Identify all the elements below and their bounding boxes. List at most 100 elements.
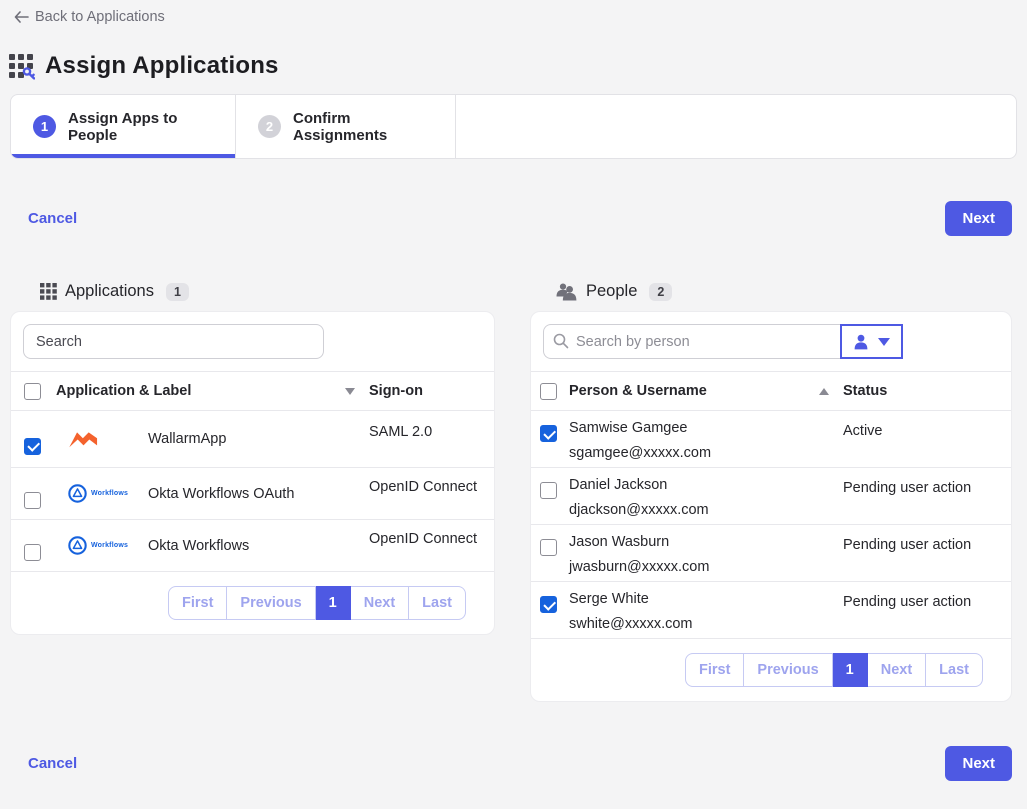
person-row-checkbox[interactable] (540, 482, 557, 499)
pagination-page-1-button[interactable]: 1 (833, 653, 868, 687)
application-row: Workflows Okta Workflows OpenID Connect (11, 520, 494, 572)
applications-search-input[interactable] (23, 324, 324, 359)
row-checkbox-cell (531, 468, 569, 524)
person-icon (853, 334, 869, 350)
people-icon (556, 283, 578, 301)
app-signon: OpenID Connect (369, 468, 494, 495)
sort-desc-icon (345, 388, 355, 395)
workflows-logo-label: Workflows (91, 542, 128, 549)
row-checkbox-cell (11, 530, 56, 561)
pagination-next-button[interactable]: Next (351, 586, 409, 620)
application-label-header: Application & Label (56, 383, 191, 399)
person-name: Jason Wasburn (569, 534, 843, 550)
people-heading-label: People (586, 282, 637, 301)
person-name: Samwise Gamgee (569, 420, 843, 436)
status-header: Status (843, 383, 1011, 399)
person-status: Active (843, 411, 1011, 467)
person-username-header-cell[interactable]: Person & Username (569, 383, 843, 399)
app-signon: OpenID Connect (369, 520, 494, 547)
row-checkbox-cell (11, 424, 56, 455)
logo-cell: Workflows (56, 536, 148, 555)
person-cell: Jason Wasburn jwasburn@xxxxx.com (569, 525, 843, 581)
person-row-checkbox[interactable] (540, 539, 557, 556)
cancel-link-top[interactable]: Cancel (28, 210, 77, 227)
person-row: Daniel Jackson djackson@xxxxx.com Pendin… (531, 468, 1011, 525)
app-row-checkbox[interactable] (24, 492, 41, 509)
people-pagination: First Previous 1 Next Last (685, 653, 983, 687)
person-status: Pending user action (843, 525, 1011, 581)
select-all-apps-checkbox[interactable] (24, 383, 41, 400)
tab-assign-apps-to-people[interactable]: 1 Assign Apps to People (11, 95, 236, 158)
app-name: WallarmApp (148, 431, 226, 447)
applications-pagination-row: First Previous 1 Next Last (11, 572, 494, 634)
pagination-first-button[interactable]: First (168, 586, 227, 620)
okta-workflows-logo (68, 484, 87, 503)
row-checkbox-cell (531, 411, 569, 467)
person-cell: Serge White swhite@xxxxx.com (569, 582, 843, 638)
row-checkbox-cell (531, 582, 569, 638)
tab-confirm-assignments[interactable]: 2 Confirm Assignments (236, 95, 456, 158)
bottom-actions-row: Cancel Next (28, 746, 1012, 781)
app-row-checkbox[interactable] (24, 544, 41, 561)
page-title: Assign Applications (45, 52, 279, 80)
sort-asc-icon (819, 388, 829, 395)
panels-container: Applications 1 Application & Label Sign-… (10, 282, 1012, 702)
back-link-label: Back to Applications (35, 9, 165, 25)
tabbar-filler (456, 95, 1016, 158)
people-search-row (531, 312, 1011, 372)
person-name: Serge White (569, 591, 843, 607)
app-name: Okta Workflows (148, 538, 249, 554)
page-title-row: Assign Applications (8, 52, 1027, 80)
people-search-group (543, 324, 903, 359)
app-name-cell: Workflows Okta Workflows OAuth (56, 484, 369, 503)
pagination-previous-button[interactable]: Previous (744, 653, 832, 687)
next-button-top[interactable]: Next (945, 201, 1012, 236)
person-row: Serge White swhite@xxxxx.com Pending use… (531, 582, 1011, 639)
app-grid-key-icon (8, 53, 35, 80)
person-filter-dropdown-button[interactable] (840, 324, 903, 359)
workflows-logo-label: Workflows (91, 490, 128, 497)
pagination-last-button[interactable]: Last (926, 653, 983, 687)
app-row-checkbox[interactable] (24, 438, 41, 455)
applications-card: Application & Label Sign-on (10, 311, 495, 635)
pagination-page-1-button[interactable]: 1 (316, 586, 351, 620)
step-number-2: 2 (258, 115, 281, 138)
application-label-header-cell[interactable]: Application & Label (56, 383, 369, 399)
app-signon: SAML 2.0 (369, 411, 494, 440)
top-actions-row: Cancel Next (28, 201, 1012, 236)
application-row: WallarmApp SAML 2.0 (11, 411, 494, 468)
next-button-bottom[interactable]: Next (945, 746, 1012, 781)
applications-heading: Applications 1 (40, 282, 495, 301)
assign-applications-page: Back to Applications Assign Applications… (0, 0, 1027, 809)
applications-table-header: Application & Label Sign-on (11, 372, 494, 411)
pagination-next-button[interactable]: Next (868, 653, 926, 687)
back-to-applications-link[interactable]: Back to Applications (14, 9, 165, 25)
chevron-down-icon (878, 338, 890, 346)
people-card: Person & Username Status Samwise Gamgee … (530, 311, 1012, 702)
person-row-checkbox[interactable] (540, 425, 557, 442)
person-cell: Samwise Gamgee sgamgee@xxxxx.com (569, 411, 843, 467)
signon-header: Sign-on (369, 383, 494, 399)
people-panel: People 2 (530, 282, 1012, 702)
people-search-input[interactable] (543, 324, 840, 359)
select-all-people-checkbox[interactable] (540, 383, 557, 400)
header-checkbox-cell (531, 383, 569, 400)
app-name-cell: WallarmApp (56, 429, 369, 450)
person-row-checkbox[interactable] (540, 596, 557, 613)
person-status: Pending user action (843, 582, 1011, 638)
person-username-header: Person & Username (569, 383, 707, 399)
person-row: Jason Wasburn jwasburn@xxxxx.com Pending… (531, 525, 1011, 582)
pagination-last-button[interactable]: Last (409, 586, 466, 620)
person-username: swhite@xxxxx.com (569, 616, 843, 632)
logo-cell (56, 429, 148, 450)
person-name: Daniel Jackson (569, 477, 843, 493)
pagination-previous-button[interactable]: Previous (227, 586, 315, 620)
person-username: djackson@xxxxx.com (569, 502, 843, 518)
app-name: Okta Workflows OAuth (148, 486, 294, 502)
row-checkbox-cell (531, 525, 569, 581)
search-icon (553, 333, 569, 349)
pagination-first-button[interactable]: First (685, 653, 744, 687)
wallarm-logo (68, 429, 99, 450)
cancel-link-bottom[interactable]: Cancel (28, 755, 77, 772)
tab-label: Confirm Assignments (293, 110, 435, 144)
